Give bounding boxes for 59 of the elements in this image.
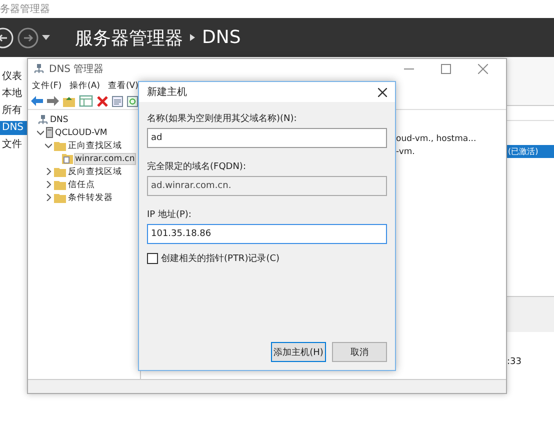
- selected-row[interactable]: (已激活): [507, 145, 554, 158]
- pane-icon[interactable]: [79, 95, 93, 107]
- tree-item[interactable]: QCLOUD-VM: [28, 126, 140, 139]
- window-title: 务器管理器: [0, 3, 50, 16]
- field-label: 完全限定的域名(FQDN):: [147, 160, 247, 173]
- record-text: oud-vm., hostma...: [396, 134, 476, 146]
- menu-item[interactable]: 操作(A): [70, 80, 100, 92]
- folder-up-icon[interactable]: [63, 96, 75, 106]
- chevron-icon[interactable]: [45, 194, 52, 201]
- page-title: DNS: [202, 27, 241, 48]
- checkbox-label: 创建相关的指针(PTR)记录(C): [161, 252, 280, 265]
- folder-icon: [54, 166, 66, 176]
- record-text: -vm.: [396, 147, 415, 159]
- sidebar-item[interactable]: 文件: [0, 138, 27, 152]
- dns-icon: [38, 114, 48, 124]
- checkbox[interactable]: [147, 253, 158, 264]
- chevron-icon[interactable]: [45, 168, 52, 175]
- menu-item[interactable]: 查看(V): [108, 80, 138, 92]
- forward-icon[interactable]: [17, 26, 39, 48]
- properties-icon[interactable]: [112, 96, 123, 106]
- tree-item[interactable]: 正向查找区域: [28, 139, 140, 152]
- time-text: :33: [507, 357, 522, 367]
- dialog-button[interactable]: 添加主机(H): [271, 342, 326, 362]
- server-icon: [46, 127, 53, 138]
- field-label: IP 地址(P):: [147, 208, 192, 221]
- dns-icon: [34, 64, 44, 74]
- window-title: DNS 管理器: [49, 63, 104, 76]
- dropdown-icon[interactable]: [42, 34, 50, 40]
- sidebar-item[interactable]: 本地: [0, 87, 27, 101]
- tree-item[interactable]: 条件转发器: [28, 191, 140, 204]
- sidebar-item[interactable]: 所有: [0, 104, 27, 118]
- delete-icon[interactable]: [97, 96, 108, 106]
- dialog-title: 新建主机: [147, 86, 187, 99]
- forward-arrow-icon[interactable]: [47, 96, 59, 106]
- folder-icon: [54, 180, 66, 190]
- field-label: 名称(如果为空则使用其父域名称)(N):: [147, 112, 298, 125]
- back-arrow-icon[interactable]: [31, 96, 43, 106]
- folder-icon: [54, 192, 66, 202]
- chevron-icon[interactable]: [45, 181, 52, 188]
- tree-item[interactable]: 反向查找区域: [28, 165, 140, 178]
- breadcrumb-separator-icon: [190, 34, 195, 41]
- tree-item[interactable]: winrar.com.cn: [28, 152, 140, 165]
- zone-file-icon: [62, 153, 73, 164]
- dialog-button[interactable]: 取消: [332, 342, 387, 362]
- close-icon[interactable]: [378, 88, 387, 96]
- sidebar-item[interactable]: DNS: [0, 121, 27, 135]
- chevron-icon[interactable]: [45, 142, 52, 149]
- tree-item[interactable]: 信任点: [28, 178, 140, 191]
- text-field[interactable]: 101.35.18.86: [147, 224, 387, 244]
- refresh-icon[interactable]: [127, 96, 138, 106]
- breadcrumb-item: 服务器管理器: [75, 26, 183, 50]
- maximize-icon[interactable]: [441, 64, 451, 74]
- menu-item[interactable]: 文件(F): [32, 80, 62, 92]
- folder-icon: [54, 140, 66, 150]
- text-field[interactable]: ad: [147, 128, 387, 148]
- chevron-icon[interactable]: [37, 129, 44, 136]
- tree-item[interactable]: DNS: [28, 113, 140, 126]
- sidebar-item[interactable]: 仪表: [0, 70, 27, 84]
- panel-header: [507, 296, 554, 332]
